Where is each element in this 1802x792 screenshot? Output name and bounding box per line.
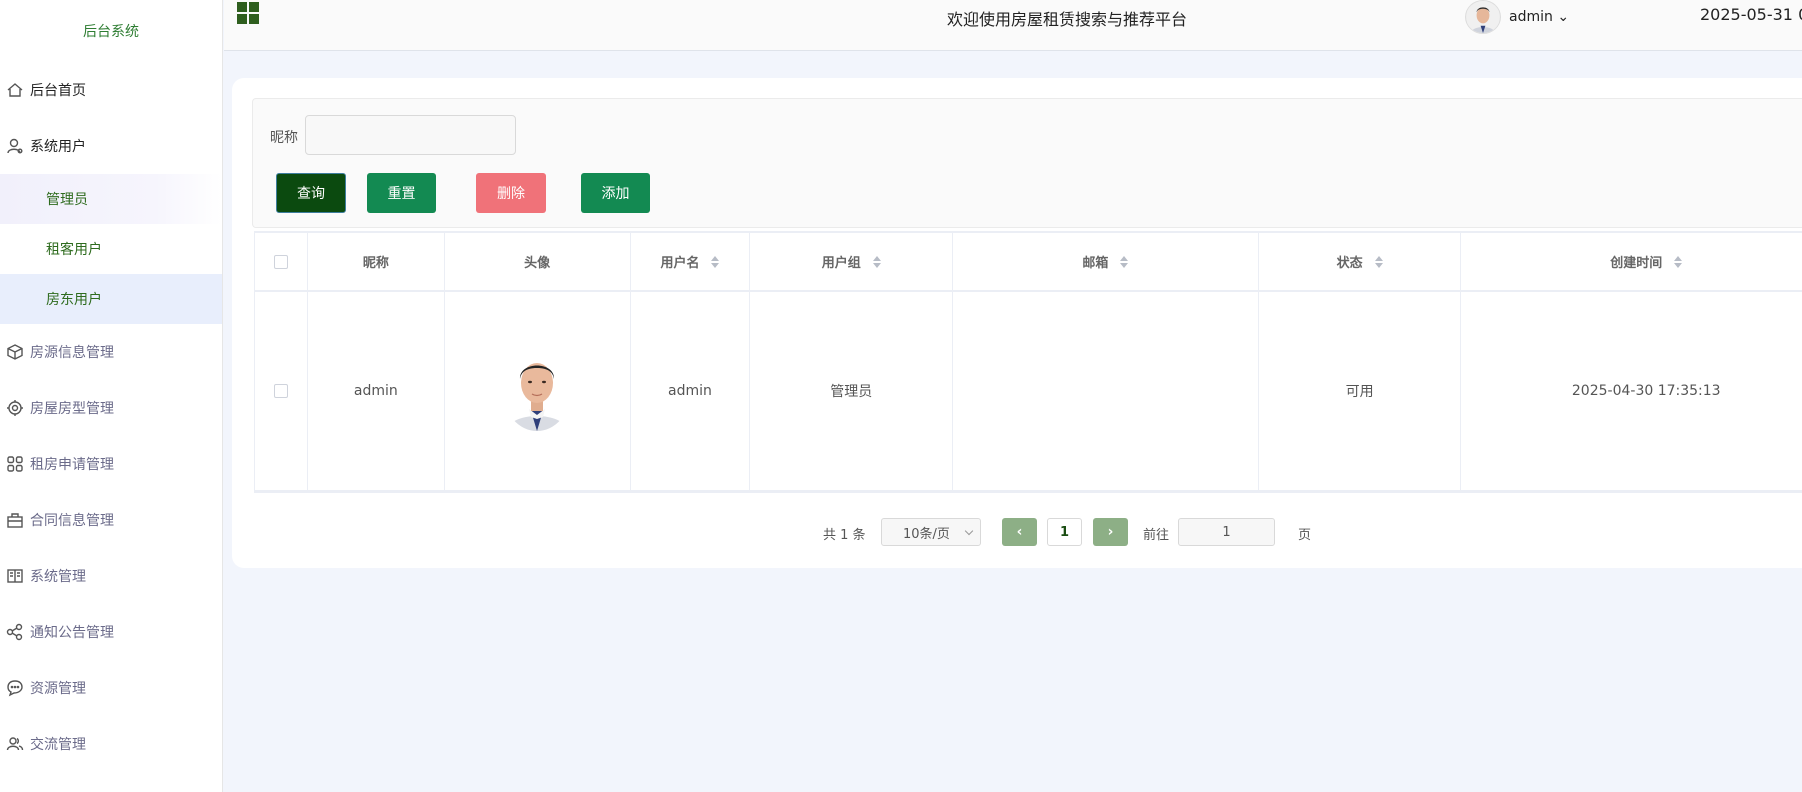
sidebar-item-listing[interactable]: 房源信息管理 bbox=[0, 324, 222, 380]
page-size-select[interactable]: 10条/页 bbox=[881, 518, 981, 546]
header-title: 欢迎使用房屋租赁搜索与推荐平台 bbox=[947, 10, 1188, 29]
pagination: 共 1 条 10条/页 ‹ 1 › 前往 1 页 bbox=[232, 518, 1802, 548]
avatar-face-icon bbox=[503, 351, 572, 431]
avatar bbox=[503, 351, 572, 431]
cell-status: 可用 bbox=[1259, 292, 1462, 490]
sort-icon[interactable] bbox=[1674, 255, 1683, 268]
datetime: 2025-05-31 05 bbox=[1700, 5, 1802, 24]
sidebar-item-contract[interactable]: 合同信息管理 bbox=[0, 492, 222, 548]
chevron-right-icon: › bbox=[1107, 524, 1114, 540]
chevron-down-icon bbox=[964, 526, 974, 536]
page-number-1[interactable]: 1 bbox=[1047, 518, 1082, 546]
sidebar-subitem-label: 房东用户 bbox=[46, 292, 102, 308]
sort-icon[interactable] bbox=[872, 255, 881, 268]
row-checkbox[interactable] bbox=[273, 384, 288, 398]
select-all-checkbox[interactable] bbox=[273, 254, 288, 269]
book-icon bbox=[6, 567, 24, 585]
sidebar-item-communication[interactable]: 交流管理 bbox=[0, 716, 222, 772]
total-count: 共 1 条 bbox=[823, 528, 866, 543]
cell-email bbox=[953, 292, 1259, 490]
sidebar-item-label: 系统用户 bbox=[30, 139, 86, 155]
brand-title: 后台系统 bbox=[83, 24, 139, 40]
column-header-created[interactable]: 创建时间 bbox=[1461, 233, 1802, 290]
goto-label: 前往 bbox=[1143, 528, 1170, 543]
avatar-face-icon bbox=[1467, 1, 1499, 33]
sidebar-item-label: 交流管理 bbox=[30, 737, 86, 753]
sidebar: 后台系统 后台首页 系统用户 管理员 租客用户 房东用户 房源信息管理 房屋房型… bbox=[0, 0, 223, 792]
user-name: admin bbox=[1509, 9, 1553, 25]
sidebar-item-notice[interactable]: 通知公告管理 bbox=[0, 604, 222, 660]
sort-icon[interactable] bbox=[1120, 255, 1129, 268]
table-header: 昵称 头像 用户名 用户组 邮箱 状态 创建时间 bbox=[255, 231, 1802, 292]
sidebar-subitem-admin[interactable]: 管理员 bbox=[0, 174, 222, 224]
sort-icon[interactable] bbox=[1374, 255, 1383, 268]
prev-page-button[interactable]: ‹ bbox=[1002, 518, 1037, 546]
sidebar-item-label: 资源管理 bbox=[30, 681, 86, 697]
sidebar-subitem-landlord[interactable]: 房东用户 bbox=[0, 274, 222, 324]
column-header-email[interactable]: 邮箱 bbox=[953, 233, 1259, 290]
sidebar-item-label: 租房申请管理 bbox=[30, 457, 114, 473]
sidebar-item-label: 房源信息管理 bbox=[30, 345, 114, 361]
page-size-value: 10条/页 bbox=[903, 526, 950, 542]
chat-icon bbox=[6, 679, 24, 697]
cell-nickname: admin bbox=[308, 292, 445, 490]
user-icon bbox=[6, 137, 24, 155]
share-icon bbox=[6, 623, 24, 641]
briefcase-icon bbox=[6, 511, 24, 529]
cube-icon bbox=[6, 343, 24, 361]
sidebar-item-system[interactable]: 系统管理 bbox=[0, 548, 222, 604]
column-header-status[interactable]: 状态 bbox=[1259, 233, 1462, 290]
gear-icon bbox=[6, 399, 24, 417]
search-panel: 昵称 查询 重置 删除 添加 bbox=[252, 98, 1802, 228]
page-suffix: 页 bbox=[1298, 528, 1312, 543]
sidebar-item-label: 通知公告管理 bbox=[30, 625, 114, 641]
chevron-down-icon: ⌄ bbox=[1552, 9, 1570, 25]
cell-avatar bbox=[445, 292, 631, 490]
main-card: 昵称 查询 重置 删除 添加 昵称 头像 用户名 用户组 邮箱 状态 创建时间 … bbox=[232, 78, 1802, 568]
users-icon bbox=[6, 735, 24, 753]
nickname-input[interactable] bbox=[305, 115, 516, 155]
home-icon bbox=[6, 81, 24, 99]
sidebar-item-system-users[interactable]: 系统用户 bbox=[0, 118, 222, 174]
column-header-avatar: 头像 bbox=[445, 233, 631, 290]
sidebar-item-rental-request[interactable]: 租房申请管理 bbox=[0, 436, 222, 492]
top-header: 欢迎使用房屋租赁搜索与推荐平台 admin ⌄ 2025-05-31 05 bbox=[224, 0, 1802, 51]
sidebar-subitem-label: 管理员 bbox=[46, 192, 88, 208]
table-row[interactable]: admin admin 管理员 可用 2025-04-30 17:35:13 bbox=[255, 292, 1802, 492]
menu-grid-icon[interactable] bbox=[237, 2, 259, 24]
column-header-group[interactable]: 用户组 bbox=[750, 233, 954, 290]
next-page-button[interactable]: › bbox=[1093, 518, 1128, 546]
column-header-nickname: 昵称 bbox=[308, 233, 445, 290]
chevron-left-icon: ‹ bbox=[1016, 524, 1023, 540]
cell-group: 管理员 bbox=[750, 292, 954, 490]
sidebar-subitem-tenant[interactable]: 租客用户 bbox=[0, 224, 222, 274]
sidebar-item-resource[interactable]: 资源管理 bbox=[0, 660, 222, 716]
goto-page-input[interactable]: 1 bbox=[1178, 518, 1275, 546]
sidebar-item-room-type[interactable]: 房屋房型管理 bbox=[0, 380, 222, 436]
sidebar-item-label: 房屋房型管理 bbox=[30, 401, 114, 417]
cell-created: 2025-04-30 17:35:13 bbox=[1571, 383, 1721, 399]
nickname-label: 昵称 bbox=[270, 130, 298, 146]
avatar[interactable] bbox=[1465, 0, 1501, 34]
sidebar-item-home[interactable]: 后台首页 bbox=[0, 62, 222, 118]
sidebar-subitem-label: 租客用户 bbox=[46, 242, 102, 258]
reset-button[interactable]: 重置 bbox=[367, 173, 436, 213]
cell-username: admin bbox=[631, 292, 751, 490]
sidebar-item-label: 系统管理 bbox=[30, 569, 86, 585]
apps-icon bbox=[6, 455, 24, 473]
user-dropdown[interactable]: admin ⌄ bbox=[1509, 9, 1569, 25]
delete-button[interactable]: 删除 bbox=[476, 173, 546, 213]
sidebar-item-label: 后台首页 bbox=[30, 83, 86, 99]
column-header-username[interactable]: 用户名 bbox=[631, 233, 751, 290]
sidebar-item-label: 合同信息管理 bbox=[30, 513, 114, 529]
user-table: 昵称 头像 用户名 用户组 邮箱 状态 创建时间 admin admin 管理员… bbox=[254, 231, 1802, 493]
sort-icon[interactable] bbox=[711, 255, 720, 268]
add-button[interactable]: 添加 bbox=[581, 173, 650, 213]
query-button[interactable]: 查询 bbox=[276, 173, 346, 213]
